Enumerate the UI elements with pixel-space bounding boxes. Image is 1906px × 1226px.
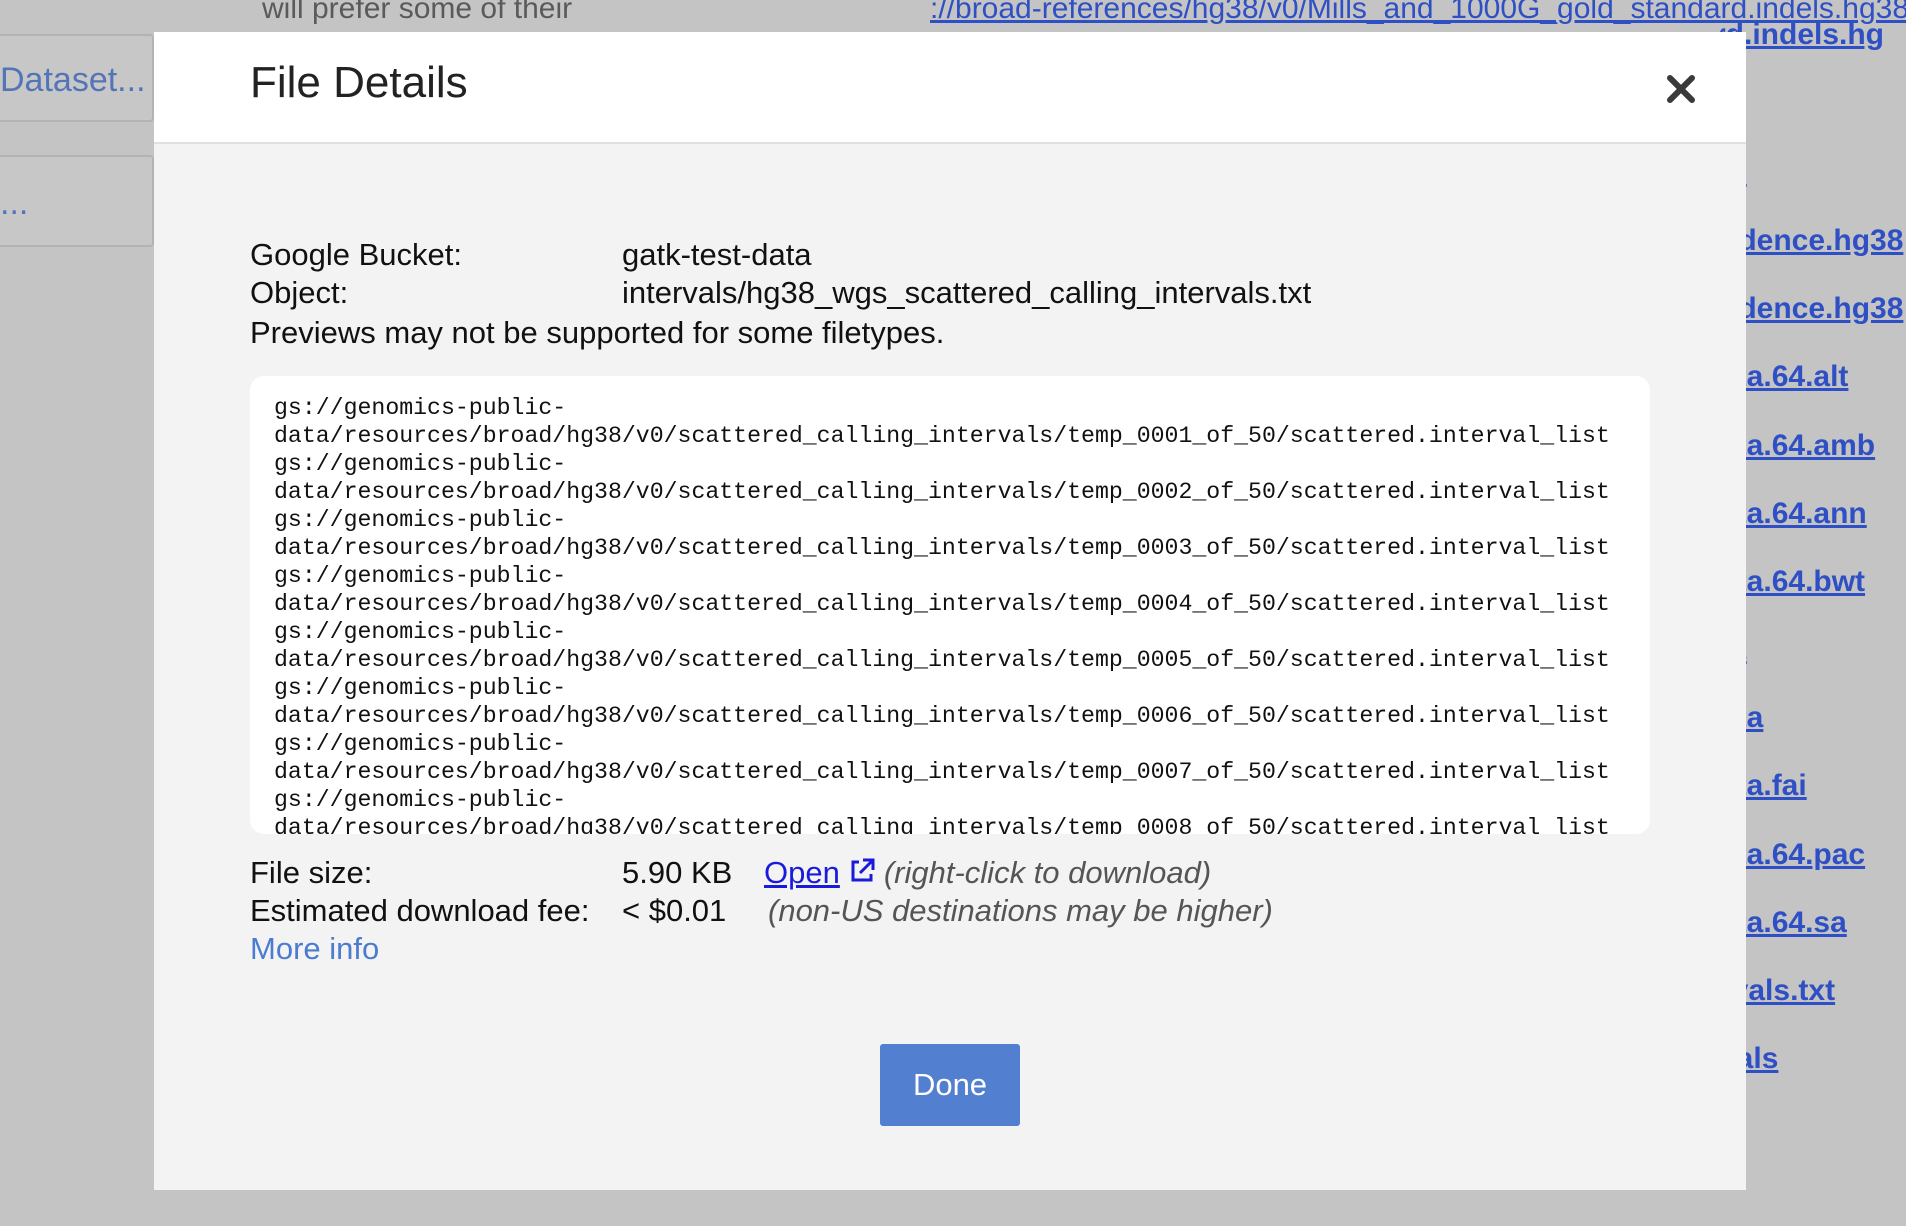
background-file-link: fidence.hg38 [1720,292,1904,325]
preview-note: Previews may not be supported for some f… [250,315,945,350]
background-file-link: fidence.hg38 [1720,224,1904,257]
object-label: Object: [250,275,349,310]
file-size-row: File size: 5.90 KB Open (right-click to do… [250,854,1273,892]
background-sidebar-item-dataset: Dataset... [0,34,154,122]
dialog-title: File Details [250,58,468,107]
open-hint: (right-click to download) [883,855,1212,890]
bucket-value: gatk-test-data [622,237,812,272]
download-details: File size: 5.90 KB Open (right-click to do… [250,854,1273,968]
preview-content: gs://genomics-public- data/resources/bro… [274,395,1610,834]
close-button[interactable] [1660,68,1702,110]
background-sidebar-item-more: ... [0,155,154,247]
done-button[interactable]: Done [880,1044,1020,1126]
fee-row: Estimated download fee: < $0.01 (non-US de… [250,892,1273,930]
background-sidebar-item-label: Dataset... [0,61,146,99]
fee-hint: (non-US destinations may be higher) [768,893,1273,928]
background-header-text: will prefer some of their [262,0,573,25]
open-link[interactable]: Open [764,855,840,890]
external-link-icon[interactable] [848,856,876,884]
file-preview[interactable]: gs://genomics-public- data/resources/bro… [250,376,1650,834]
file-details-dialog: File Details Google Bucket: gatk-test-dat… [154,32,1746,1190]
object-row: Object: intervals/hg38_wgs_scattered_call… [250,274,1311,312]
file-size-label: File size: [250,855,373,890]
fee-label: Estimated download fee: [250,893,590,928]
close-icon [1667,75,1695,103]
dialog-header: File Details [154,32,1746,144]
bucket-label: Google Bucket: [250,237,462,272]
background-sidebar-item-label: ... [0,184,29,222]
fee-value: < $0.01 [622,893,727,928]
bucket-row: Google Bucket: gatk-test-data [250,236,1311,274]
file-info: Google Bucket: gatk-test-data Object: inte… [250,236,1311,312]
object-value: intervals/hg38_wgs_scattered_calling_int… [622,275,1312,310]
more-info-link[interactable]: More info [250,931,379,966]
file-size-value: 5.90 KB [622,855,733,890]
background-file-links: rd.indels.hg bi fidence.hg38 fidence.hg3… [1720,0,1906,1226]
more-info-row: More info [250,930,1273,968]
